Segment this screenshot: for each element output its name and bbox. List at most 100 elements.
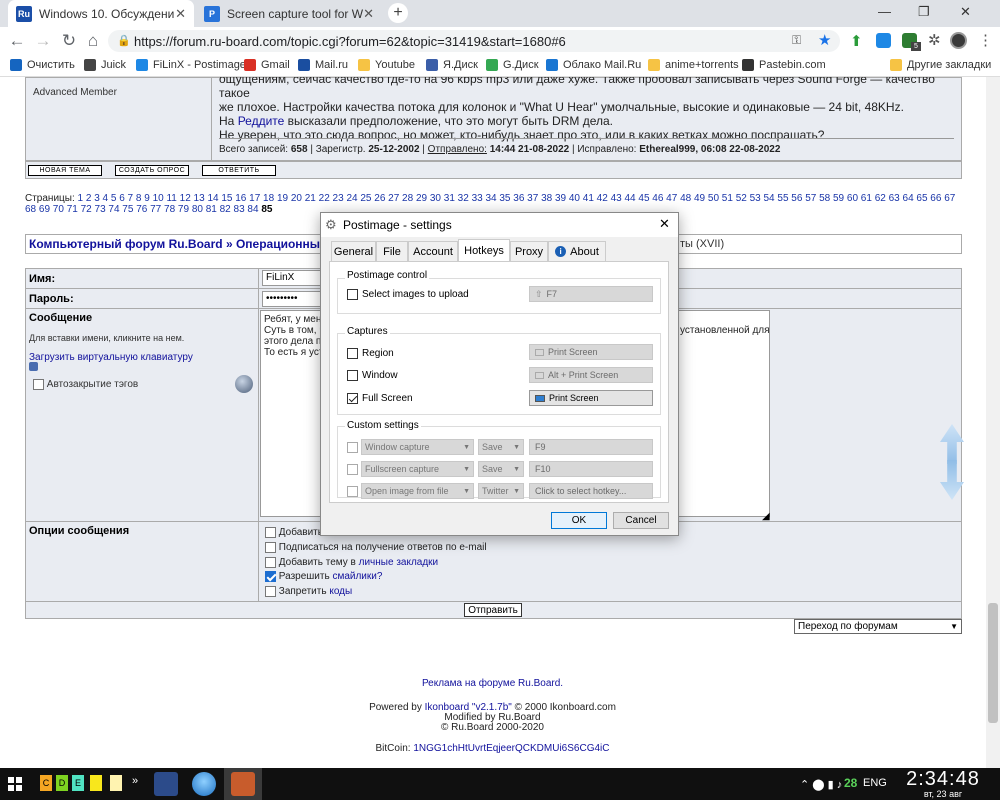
autoclose-option[interactable]: Автозакрытие тэгов (33, 379, 138, 390)
bookmark-item[interactable]: Очистить (10, 59, 75, 71)
window-hotkey[interactable]: Alt + Print Screen (529, 367, 653, 383)
minimize-icon[interactable]: — (878, 4, 891, 19)
address-bar[interactable]: 🔒 https://forum.ru-board.com/topic.cgi?f… (108, 30, 840, 52)
new-poll-button[interactable]: СОЗДАТЬ ОПРОС (115, 165, 189, 176)
checkbox-checked[interactable] (265, 571, 276, 582)
language[interactable]: ENG (863, 777, 887, 789)
custom-target-select[interactable]: Twitter ▼ (478, 483, 524, 499)
tab-account[interactable]: Account (408, 241, 458, 261)
codes-link[interactable]: коды (329, 586, 352, 597)
custom-checkbox[interactable] (347, 464, 358, 475)
forum-jump-select[interactable]: Переход по форумам ▼ (794, 619, 962, 634)
custom-action-select[interactable]: Fullscreen capture ▼ (361, 461, 474, 477)
custom-checkbox[interactable] (347, 442, 358, 453)
custom-action-select[interactable]: Open image from file ▼ (361, 483, 474, 499)
other-bookmarks[interactable]: Другие закладки (890, 59, 991, 71)
bookmark-item[interactable]: Juick (84, 59, 126, 71)
bookmarks-link[interactable]: личные закладки (359, 557, 439, 568)
custom-hotkey[interactable]: Click to select hotkey... (529, 483, 653, 499)
folder-icon[interactable] (90, 775, 102, 791)
tab-proxy[interactable]: Proxy (510, 241, 548, 261)
autoclose-checkbox[interactable] (33, 379, 44, 390)
reddit-link[interactable]: Реддите (238, 114, 285, 128)
bookmark-item[interactable]: Gmail (244, 59, 290, 71)
password-input[interactable]: ••••••••• (262, 291, 322, 307)
drive-c-icon[interactable]: C (40, 775, 52, 791)
maximize-icon[interactable]: ❐ (918, 4, 930, 20)
browser-icon[interactable] (192, 772, 216, 796)
puzzle-icon[interactable]: ✲ (928, 31, 941, 49)
bookmark-item[interactable]: Я.Диск (426, 59, 478, 71)
cancel-button[interactable]: Cancel (613, 512, 669, 529)
bookmark-item[interactable]: G.Диск (486, 59, 539, 71)
checkbox[interactable] (265, 586, 276, 597)
fullscreen-checkbox[interactable] (347, 393, 358, 404)
smiley-icon[interactable] (235, 375, 253, 393)
select-images-checkbox[interactable] (347, 289, 358, 300)
bookmark-item[interactable]: anime+torrents (648, 59, 739, 71)
chevron-right-icon[interactable]: » (132, 775, 138, 787)
tab-hotkeys[interactable]: Hotkeys (458, 239, 510, 262)
notes-icon[interactable] (110, 775, 122, 791)
keyboard-icon[interactable] (29, 362, 38, 371)
menu-icon[interactable]: ⋮ (978, 31, 993, 49)
option-add[interactable]: Добавить (265, 527, 323, 538)
close-icon[interactable]: ✕ (659, 216, 670, 232)
tab-postimage[interactable]: P Screen capture tool for Windows ✕ (196, 0, 382, 27)
back-icon[interactable]: ← (6, 30, 28, 52)
region-hotkey[interactable]: Print Screen (529, 344, 653, 360)
tab-about[interactable]: i About (548, 241, 606, 261)
ads-link[interactable]: Реклама на форуме Ru.Board. (0, 678, 985, 689)
home-icon[interactable]: ⌂ (82, 30, 104, 52)
page-links[interactable]: 68 69 70 71 72 73 74 75 76 77 78 79 80 8… (25, 204, 259, 215)
option-smilies[interactable]: Разрешить смайлики? (265, 571, 382, 582)
breadcrumb-forum[interactable]: Компьютерный форум Ru.Board (29, 237, 223, 251)
bitcoin-address[interactable]: 1NGG1chHtUvrtEqjeerQCKDMUi6S6CG4iC (413, 743, 609, 754)
submit-button[interactable]: Отправить (464, 603, 522, 617)
select-images-hotkey[interactable]: ⇧ F7 (529, 286, 653, 302)
custom-checkbox[interactable] (347, 486, 358, 497)
bookmark-item[interactable]: Облако Mail.Ru (546, 59, 641, 71)
custom-hotkey[interactable]: F9 (529, 439, 653, 455)
resize-grip-icon[interactable]: ◢ (762, 511, 770, 522)
checkbox[interactable] (265, 542, 276, 553)
option-bookmark[interactable]: Добавить тему в личные закладки (265, 557, 438, 568)
clock-date[interactable]: вт, 23 авг (900, 789, 986, 799)
name-input[interactable]: FiLinX (262, 270, 322, 286)
custom-hotkey[interactable]: F10 (529, 461, 653, 477)
keyboard-link[interactable]: Загрузить виртуальную клавиатуру (29, 352, 193, 363)
app-icon[interactable] (154, 772, 178, 796)
option-disable-codes[interactable]: Запретить коды (265, 586, 352, 597)
region-checkbox[interactable] (347, 348, 358, 359)
ok-button[interactable]: OK (551, 512, 607, 529)
bookmark-item[interactable]: Mail.ru (298, 59, 348, 71)
clock-time[interactable]: 2:34:48 (900, 768, 986, 791)
custom-action-select[interactable]: Window capture ▼ (361, 439, 474, 455)
close-window-icon[interactable]: ✕ (960, 4, 971, 20)
scrollbar-thumb[interactable] (988, 603, 998, 723)
custom-target-select[interactable]: Save ▼ (478, 439, 524, 455)
custom-target-select[interactable]: Save ▼ (478, 461, 524, 477)
key-icon[interactable]: ⚿ (792, 33, 801, 48)
bookmark-item[interactable]: FiLinX - Postimage (136, 59, 246, 71)
tab-forum[interactable]: Ru Windows 10. Обсуждение работ ✕ (8, 0, 194, 27)
new-topic-button[interactable]: НОВАЯ ТЕМА (28, 165, 102, 176)
close-icon[interactable]: ✕ (363, 6, 374, 22)
image-editor-icon[interactable] (231, 772, 255, 796)
close-icon[interactable]: ✕ (175, 6, 186, 22)
bookmark-item[interactable]: Pastebin.com (742, 59, 826, 71)
extension-icon[interactable] (876, 33, 891, 48)
checkbox[interactable] (265, 557, 276, 568)
new-tab-button[interactable]: + (388, 3, 408, 23)
smilies-link[interactable]: смайлики? (332, 571, 382, 582)
window-checkbox[interactable] (347, 370, 358, 381)
breadcrumb-section[interactable]: Операционны (236, 237, 320, 251)
fullscreen-hotkey[interactable]: Print Screen (529, 390, 653, 406)
reply-button[interactable]: ОТВЕТИТЬ (202, 165, 276, 176)
reload-icon[interactable]: ↻ (58, 30, 80, 52)
forward-icon[interactable]: → (32, 30, 54, 52)
start-icon[interactable] (8, 777, 22, 791)
tray-icons[interactable]: ⌃ ⬤ ▮ ♪ (800, 778, 842, 791)
drive-e-icon[interactable]: E (72, 775, 84, 791)
star-icon[interactable]: ★ (818, 31, 831, 49)
